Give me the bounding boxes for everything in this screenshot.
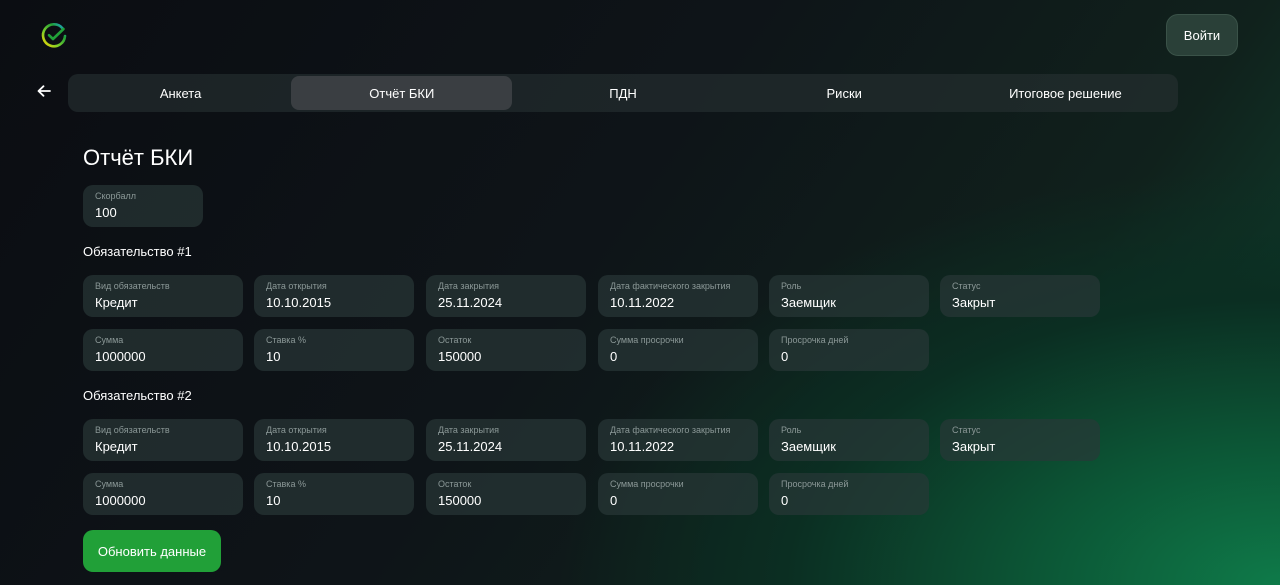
field-value: 25.11.2024 bbox=[438, 439, 503, 454]
field-label: Просрочка дней bbox=[781, 479, 849, 489]
obligation-2-type-field[interactable]: Вид обязательств Кредит bbox=[83, 419, 243, 461]
tab-risks[interactable]: Риски bbox=[734, 76, 955, 110]
field-label: Дата открытия bbox=[266, 281, 327, 291]
field-label: Дата фактического закрытия bbox=[610, 281, 731, 291]
tab-bki-report[interactable]: Отчёт БКИ bbox=[291, 76, 513, 110]
field-value: 150000 bbox=[438, 493, 482, 508]
field-value: Закрыт bbox=[952, 295, 996, 310]
obligation-1-title: Обязательство #1 bbox=[83, 244, 192, 259]
field-label: Вид обязательств bbox=[95, 425, 170, 435]
obligation-2-rate-field[interactable]: Ставка % 10 bbox=[254, 473, 414, 515]
field-label: Роль bbox=[781, 281, 802, 291]
field-value: 10 bbox=[266, 493, 281, 508]
tab-anketa[interactable]: Анкета bbox=[70, 76, 291, 110]
tab-pdn[interactable]: ПДН bbox=[512, 76, 733, 110]
obligation-1-type-field[interactable]: Вид обязательств Кредит bbox=[83, 275, 243, 317]
field-label: Статус bbox=[952, 281, 981, 291]
obligation-2-actual-close-date-field[interactable]: Дата фактического закрытия 10.11.2022 bbox=[598, 419, 758, 461]
field-value: 0 bbox=[781, 493, 789, 508]
field-value: 100 bbox=[95, 205, 117, 220]
obligation-1-open-date-field[interactable]: Дата открытия 10.10.2015 bbox=[254, 275, 414, 317]
field-label: Дата открытия bbox=[266, 425, 327, 435]
field-value: 150000 bbox=[438, 349, 482, 364]
field-value: Кредит bbox=[95, 439, 138, 454]
back-arrow-icon[interactable] bbox=[34, 82, 54, 100]
field-value: 1000000 bbox=[95, 493, 146, 508]
field-value: 10.11.2022 bbox=[610, 439, 675, 454]
field-label: Дата закрытия bbox=[438, 425, 499, 435]
obligation-1-amount-field[interactable]: Сумма 1000000 bbox=[83, 329, 243, 371]
field-label: Остаток bbox=[438, 479, 472, 489]
field-value: 0 bbox=[781, 349, 789, 364]
obligation-1-overdue-days-field[interactable]: Просрочка дней 0 bbox=[769, 329, 929, 371]
field-value: Закрыт bbox=[952, 439, 996, 454]
field-value: 10.10.2015 bbox=[266, 295, 332, 310]
sber-logo-icon bbox=[40, 22, 68, 50]
obligation-2-overdue-amount-field[interactable]: Сумма просрочки 0 bbox=[598, 473, 758, 515]
refresh-data-button[interactable]: Обновить данные bbox=[83, 530, 221, 572]
obligation-1-overdue-amount-field[interactable]: Сумма просрочки 0 bbox=[598, 329, 758, 371]
field-value: Заемщик bbox=[781, 439, 836, 454]
field-label: Сумма просрочки bbox=[610, 479, 684, 489]
obligation-1-role-field[interactable]: Роль Заемщик bbox=[769, 275, 929, 317]
login-button[interactable]: Войти bbox=[1166, 14, 1238, 56]
obligation-2-amount-field[interactable]: Сумма 1000000 bbox=[83, 473, 243, 515]
field-value: 10.10.2015 bbox=[266, 439, 332, 454]
tab-final-decision[interactable]: Итоговое решение bbox=[955, 76, 1176, 110]
field-label: Сумма просрочки bbox=[610, 335, 684, 345]
field-value: 10 bbox=[266, 349, 281, 364]
field-label: Ставка % bbox=[266, 479, 306, 489]
field-label: Остаток bbox=[438, 335, 472, 345]
field-label: Ставка % bbox=[266, 335, 306, 345]
field-label: Просрочка дней bbox=[781, 335, 849, 345]
field-value: Заемщик bbox=[781, 295, 836, 310]
field-value: 10.11.2022 bbox=[610, 295, 675, 310]
obligation-2-title: Обязательство #2 bbox=[83, 388, 192, 403]
field-value: Кредит bbox=[95, 295, 138, 310]
obligation-2-overdue-days-field[interactable]: Просрочка дней 0 bbox=[769, 473, 929, 515]
obligation-1-close-date-field[interactable]: Дата закрытия 25.11.2024 bbox=[426, 275, 586, 317]
field-value: 25.11.2024 bbox=[438, 295, 503, 310]
obligation-2-role-field[interactable]: Роль Заемщик bbox=[769, 419, 929, 461]
field-label: Вид обязательств bbox=[95, 281, 170, 291]
field-value: 1000000 bbox=[95, 349, 146, 364]
obligation-1-actual-close-date-field[interactable]: Дата фактического закрытия 10.11.2022 bbox=[598, 275, 758, 317]
obligation-2-open-date-field[interactable]: Дата открытия 10.10.2015 bbox=[254, 419, 414, 461]
field-label: Дата закрытия bbox=[438, 281, 499, 291]
field-label: Дата фактического закрытия bbox=[610, 425, 731, 435]
field-value: 0 bbox=[610, 349, 618, 364]
obligation-2-balance-field[interactable]: Остаток 150000 bbox=[426, 473, 586, 515]
page-title: Отчёт БКИ bbox=[83, 145, 194, 170]
tab-bar: Анкета Отчёт БКИ ПДН Риски Итоговое реше… bbox=[68, 74, 1178, 112]
field-label: Статус bbox=[952, 425, 981, 435]
obligation-1-status-field[interactable]: Статус Закрыт bbox=[940, 275, 1100, 317]
field-label: Скорбалл bbox=[95, 191, 137, 201]
score-field[interactable]: Скорбалл 100 bbox=[83, 185, 203, 227]
field-value: 0 bbox=[610, 493, 618, 508]
field-label: Роль bbox=[781, 425, 802, 435]
obligation-1-rate-field[interactable]: Ставка % 10 bbox=[254, 329, 414, 371]
obligation-2-status-field[interactable]: Статус Закрыт bbox=[940, 419, 1100, 461]
field-label: Сумма bbox=[95, 479, 124, 489]
field-label: Сумма bbox=[95, 335, 124, 345]
obligation-1-balance-field[interactable]: Остаток 150000 bbox=[426, 329, 586, 371]
obligation-2-close-date-field[interactable]: Дата закрытия 25.11.2024 bbox=[426, 419, 586, 461]
